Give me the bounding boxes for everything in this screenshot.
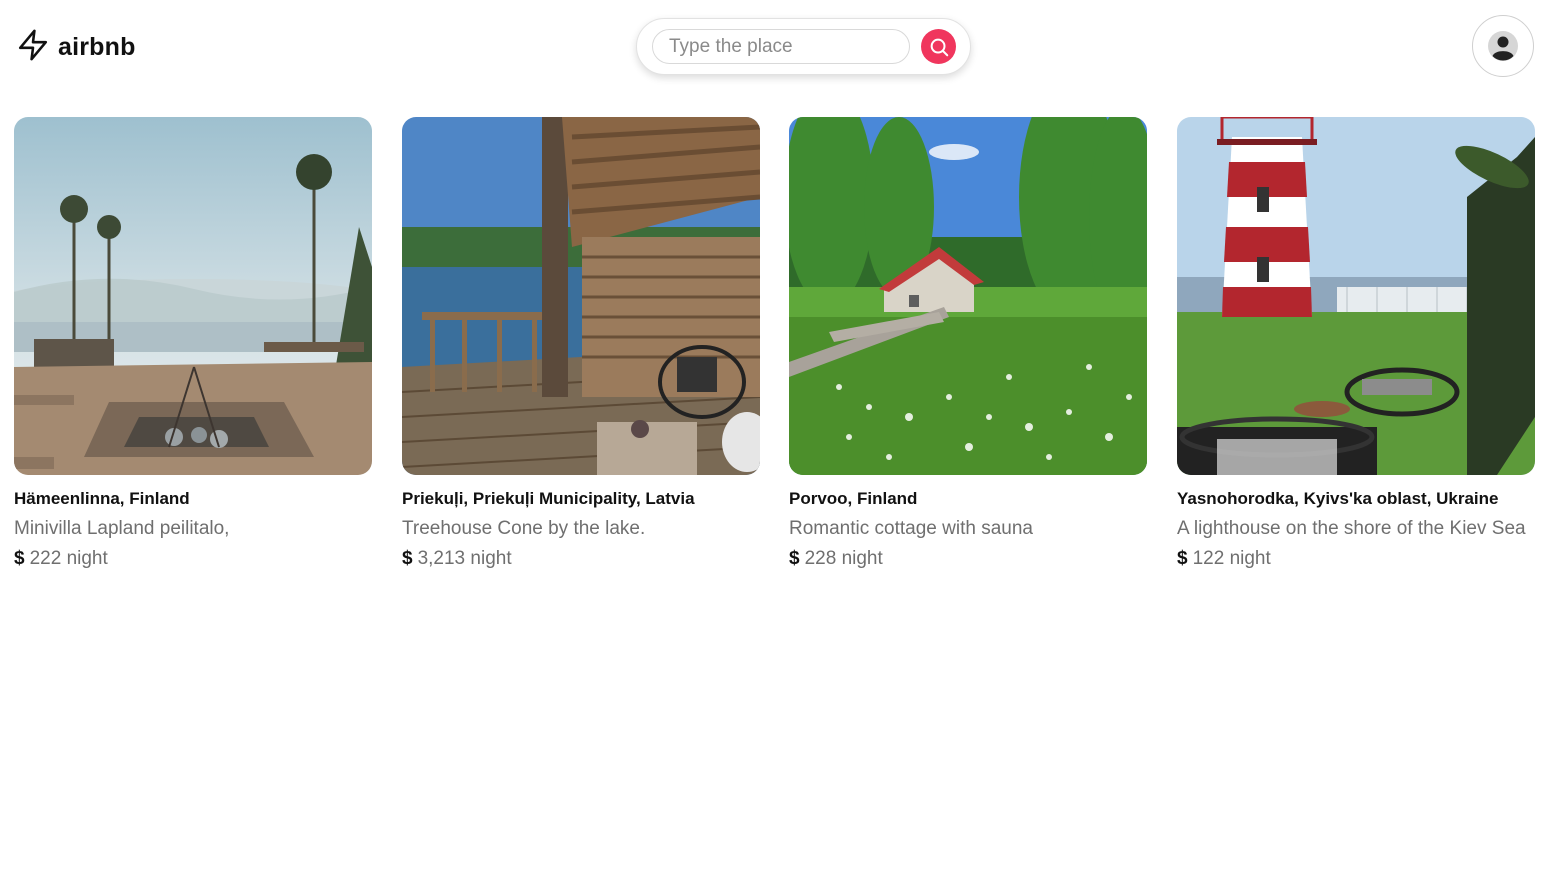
listing-location: Hämeenlinna, Finland	[14, 489, 190, 508]
logo-text: airbnb	[58, 32, 136, 61]
listing-photo[interactable]	[789, 117, 1147, 475]
listing-card[interactable]: Yasnohorodka, Kyivs'ka oblast, Ukraine A…	[1177, 117, 1535, 574]
listing-photo[interactable]	[402, 117, 760, 475]
price-unit: night	[841, 548, 883, 569]
listing-card[interactable]: Hämeenlinna, Finland Minivilla Lapland p…	[14, 117, 372, 574]
listing-photo[interactable]	[1177, 117, 1535, 475]
search-input[interactable]	[652, 29, 910, 64]
listing-description: A lighthouse on the shore of the Kiev Se…	[1177, 518, 1526, 539]
listing-description: Minivilla Lapland peilitalo,	[14, 518, 230, 539]
price-unit: night	[470, 548, 512, 569]
listing-price: $122 night	[1177, 544, 1535, 574]
user-menu-button[interactable]	[1472, 15, 1534, 77]
user-avatar-icon	[1487, 30, 1519, 62]
listing-price: $222 night	[14, 544, 372, 574]
lightning-bolt-icon	[16, 27, 50, 68]
listing-description: Romantic cottage with sauna	[789, 518, 1033, 539]
price-unit: night	[1229, 548, 1271, 569]
price-amount: 122	[1192, 548, 1225, 569]
top-navbar: airbnb	[0, 0, 1564, 96]
price-unit: night	[66, 548, 108, 569]
search-icon	[928, 36, 950, 58]
currency-symbol: $	[14, 548, 25, 569]
listing-description: Treehouse Cone by the lake.	[402, 518, 646, 539]
price-amount: 222	[29, 548, 62, 569]
listing-card[interactable]: Porvoo, Finland Romantic cottage with sa…	[789, 117, 1147, 574]
listing-location: Yasnohorodka, Kyivs'ka oblast, Ukraine	[1177, 489, 1499, 508]
currency-symbol: $	[789, 548, 800, 569]
price-amount: 3,213	[417, 548, 466, 569]
search-button[interactable]	[921, 29, 956, 64]
listing-location: Priekuļi, Priekuļi Municipality, Latvia	[402, 489, 695, 508]
currency-symbol: $	[1177, 548, 1188, 569]
listings-grid: Hämeenlinna, Finland Minivilla Lapland p…	[14, 117, 1535, 617]
listing-location: Porvoo, Finland	[789, 489, 918, 508]
search-bar	[636, 18, 971, 75]
logo[interactable]: airbnb	[16, 28, 136, 66]
listing-price: $3,213 night	[402, 544, 760, 574]
price-amount: 228	[804, 548, 837, 569]
currency-symbol: $	[402, 548, 413, 569]
listing-price: $228 night	[789, 544, 1147, 574]
listing-card[interactable]: Priekuļi, Priekuļi Municipality, Latvia …	[402, 117, 760, 574]
listing-photo[interactable]	[14, 117, 372, 475]
